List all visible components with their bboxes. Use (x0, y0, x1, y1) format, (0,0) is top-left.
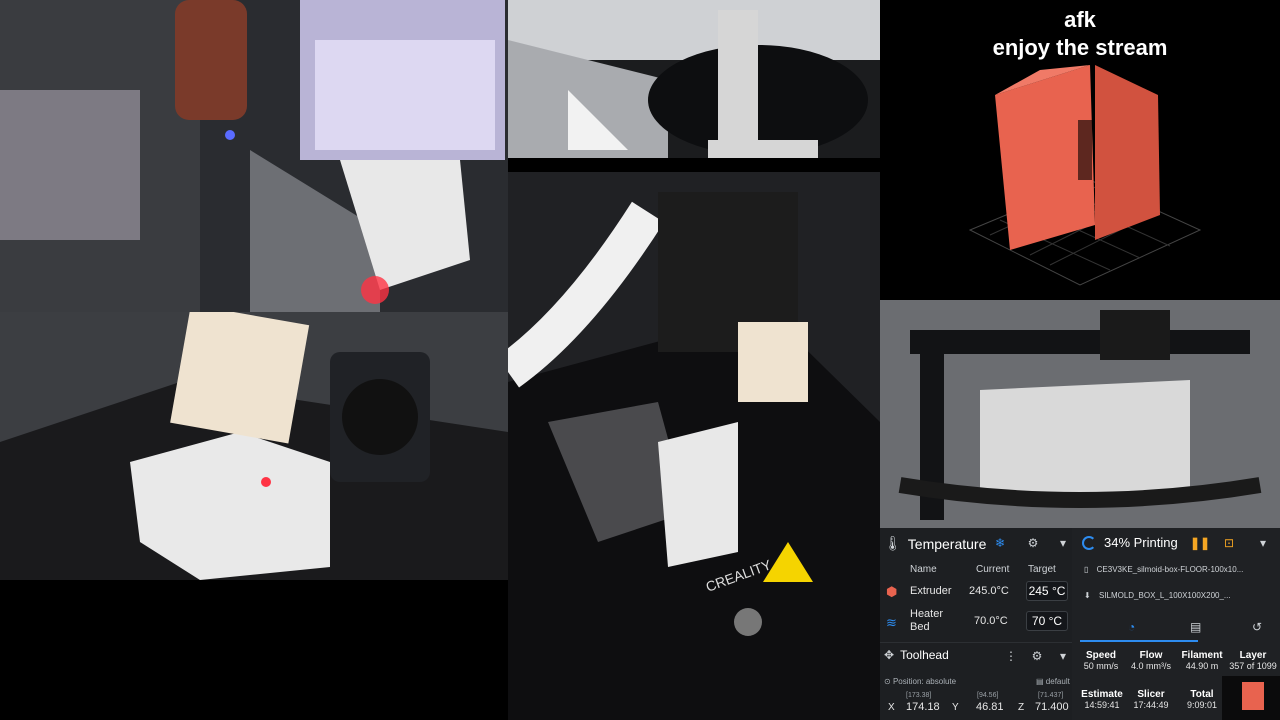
save-icon: ▤ (1036, 677, 1044, 686)
time-estimate-value: 14:59:41 (1084, 700, 1120, 710)
overlay-line-1: afk (1064, 7, 1096, 32)
chevron-down-icon[interactable]: ▾ (1056, 536, 1070, 550)
gear-icon[interactable]: ⚙ (1026, 536, 1040, 550)
y-commanded: [94.56] (977, 692, 999, 699)
camera-feed-bottom-right (880, 300, 1280, 528)
time-estimate-label: Estimate (1081, 689, 1123, 700)
stat-filament-label: Filament (1181, 650, 1223, 661)
time-slicer-label: Slicer (1137, 689, 1165, 700)
toolhead-chevron-icon[interactable]: ▾ (1056, 649, 1070, 663)
extruder-target-unit: °C (1051, 584, 1066, 598)
z-axis-label: Z (1018, 702, 1025, 713)
thermometer-icon: 🌡 (884, 535, 902, 551)
stat-layer-value: 357 of 1099 (1229, 661, 1277, 671)
heater-bed-target-unit: °C (1048, 614, 1063, 628)
heater-bed-label-line2: Bed (910, 621, 930, 633)
x-commanded: [173.38] (906, 692, 932, 699)
stat-flow-value: 4.0 mm³/s (1130, 661, 1171, 671)
file-row[interactable]: ▯ CE3V3KE_silmoid-box-FLOOR-100x10... (1084, 565, 1276, 574)
spinner-icon (1082, 535, 1096, 550)
camera-feed-bottom-left (0, 312, 508, 580)
print-thumbnail (1222, 676, 1280, 720)
position-mode: ⊙ Position: absolute (884, 677, 956, 686)
more-vertical-icon[interactable]: ⋮ (1004, 649, 1018, 663)
col-name-header: Name (910, 564, 937, 575)
status-panel: 34% Printing ❚❚ ⊡ ▾ ▯ CE3V3KE_silmoid-bo… (1072, 528, 1280, 720)
time-estimate: Estimate 14:59:41 (1076, 689, 1128, 710)
object-name: SILMOLD_BOX_L_100X100X200_... (1098, 591, 1231, 600)
crosshair-icon: ⊙ (884, 677, 891, 686)
time-total-value: 9:09:01 (1186, 700, 1218, 710)
x-axis-label: X (888, 702, 895, 713)
stat-filament: Filament 44.90 m (1178, 650, 1226, 671)
heater-bed-target-value: 70 (1031, 614, 1046, 628)
move-icon: ✥ (884, 648, 895, 662)
stat-speed-label: Speed (1085, 650, 1116, 661)
col-current-header: Current (976, 564, 1010, 575)
default-label: ▤ default (1036, 677, 1070, 686)
divider (880, 642, 1072, 643)
heater-bed-icon: ≋ (886, 615, 897, 630)
time-slicer: Slicer 17:44:49 (1124, 689, 1178, 710)
file-icon: ▯ (1084, 565, 1089, 574)
time-slicer-value: 17:44:49 (1133, 700, 1169, 710)
stat-speed-value: 50 mm/s (1083, 661, 1119, 671)
extruder-label: Extruder (910, 585, 952, 597)
extruder-icon: ⬢ (886, 584, 898, 599)
pause-icon[interactable]: ❚❚ (1190, 536, 1210, 550)
stream-overlay-text: afk enjoy the stream (880, 6, 1280, 62)
stat-filament-value: 44.90 m (1185, 661, 1219, 671)
time-total: Total 9:09:01 (1178, 689, 1226, 710)
file-name: CE3V3KE_silmoid-box-FLOOR-100x10... (1096, 565, 1244, 574)
z-position-value[interactable]: 71.400 (1035, 701, 1069, 713)
default-label-text: default (1045, 677, 1070, 686)
camera-feed-top-left (0, 0, 508, 312)
stat-flow: Flow 4.0 mm³/s (1124, 650, 1178, 671)
tab-file-details[interactable]: ▤ (1190, 620, 1201, 634)
time-total-label: Total (1190, 689, 1214, 700)
tab-speedometer[interactable]: ◔ (1128, 620, 1135, 634)
extruder-target-value: 245 (1028, 584, 1049, 598)
heater-bed-target-input[interactable]: 70 °C (1026, 611, 1068, 631)
object-row[interactable]: ⬇ SILMOLD_BOX_L_100X100X200_... (1084, 591, 1276, 600)
object-icon: ⬇ (1084, 591, 1091, 600)
tab-history[interactable]: ↺ (1252, 620, 1262, 634)
toolhead-title: Toolhead (900, 648, 949, 662)
camera-feed-top-middle (508, 0, 880, 158)
thumbnail-model (1242, 682, 1264, 710)
stat-flow-label: Flow (1139, 650, 1163, 661)
exclude-object-icon[interactable]: ⊡ (1222, 536, 1236, 550)
active-tab-indicator (1080, 640, 1198, 642)
overlay-line-2: enjoy the stream (992, 35, 1168, 60)
toolhead-gear-icon[interactable]: ⚙ (1030, 649, 1044, 663)
col-target-header: Target (1028, 564, 1056, 575)
extruder-current: 245.0°C (969, 585, 1009, 597)
position-mode-label: Position: absolute (892, 677, 957, 686)
print-status-title: 34% Printing (1104, 535, 1178, 550)
x-position-value[interactable]: 174.18 (906, 701, 940, 713)
heater-bed-label-line1: Heater (910, 608, 944, 620)
heater-bed-label: Heater Bed (910, 608, 943, 634)
y-position-value[interactable]: 46.81 (976, 701, 1004, 713)
snowflake-icon[interactable]: ❄ (993, 536, 1007, 550)
temperature-title: Temperature (907, 535, 987, 552)
stat-speed: Speed 50 mm/s (1072, 650, 1130, 671)
stat-layer-label: Layer (1239, 650, 1267, 661)
stat-layer: Layer 357 of 1099 (1226, 650, 1280, 671)
z-commanded: [71.437] (1038, 692, 1064, 699)
extruder-target-input[interactable]: 245 °C (1026, 581, 1068, 601)
y-axis-label: Y (952, 702, 959, 713)
heater-bed-current: 70.0°C (974, 615, 1008, 627)
camera-feed-bottom-middle: CREALITY (508, 172, 880, 720)
status-chevron-icon[interactable]: ▾ (1256, 536, 1270, 550)
